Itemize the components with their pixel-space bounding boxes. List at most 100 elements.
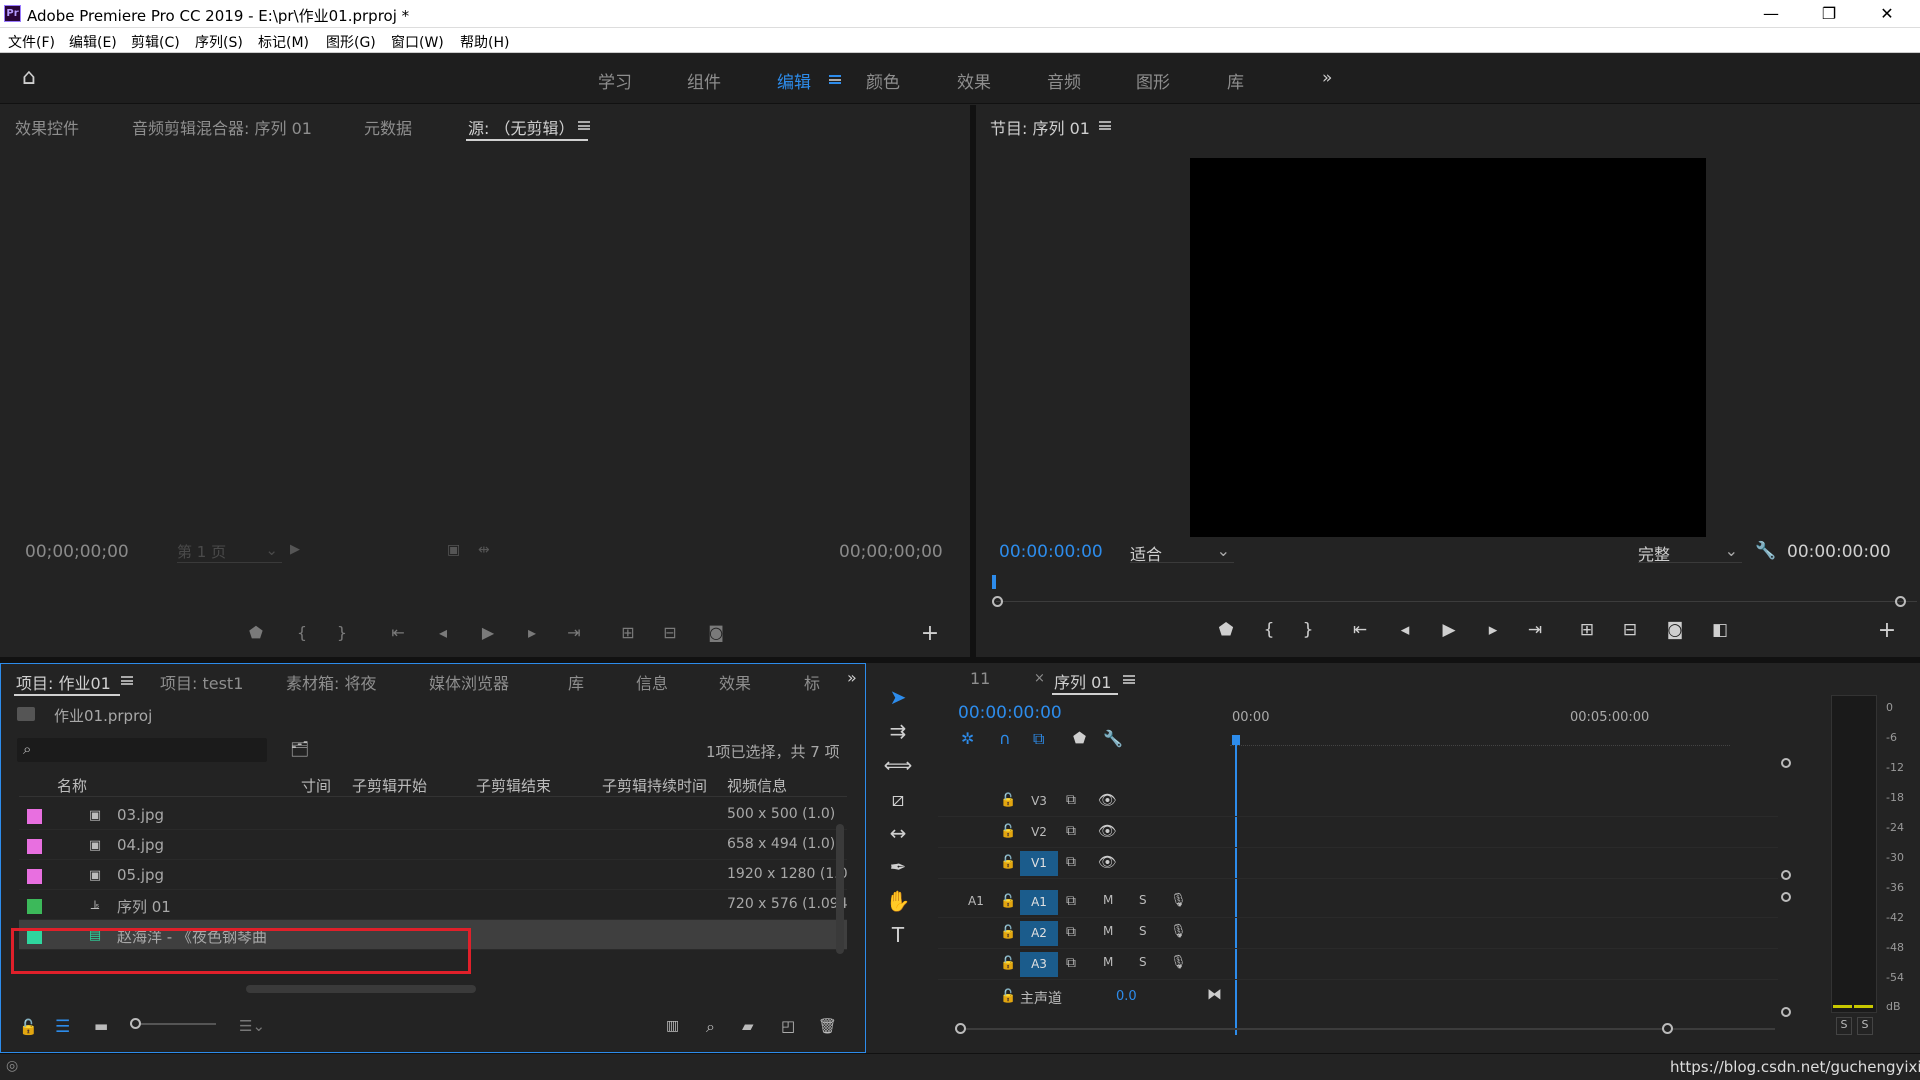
column-video-info[interactable]: 视频信息 bbox=[727, 775, 787, 796]
mark-in-icon[interactable]: { bbox=[290, 623, 314, 642]
timeline-timecode[interactable]: 00:00:00:00 bbox=[958, 703, 1062, 723]
add-marker-icon[interactable]: ⬟ bbox=[1073, 729, 1086, 747]
label-color-swatch[interactable] bbox=[27, 869, 42, 884]
timeline-zoom-handle-right[interactable] bbox=[1662, 1023, 1673, 1034]
go-to-end-icon[interactable]: ⧓ bbox=[1207, 985, 1222, 1003]
solo-button[interactable]: S bbox=[1139, 955, 1147, 969]
vscroll-handle-audio[interactable] bbox=[1781, 892, 1791, 902]
find-folder-icon[interactable]: 🗂 bbox=[290, 740, 309, 758]
time-ruler[interactable] bbox=[1230, 745, 1730, 746]
tab-sequence-11[interactable]: 11 bbox=[970, 669, 990, 688]
menu-window[interactable]: 窗口(W) bbox=[391, 32, 444, 52]
ripple-edit-tool-icon[interactable]: ⟺ bbox=[882, 751, 914, 779]
wrench-icon[interactable]: 🔧 bbox=[1103, 729, 1123, 748]
horizontal-scrollbar[interactable] bbox=[246, 985, 476, 993]
slip-tool-icon[interactable]: ↔ bbox=[882, 819, 914, 847]
workspace-menu-icon[interactable] bbox=[829, 75, 841, 84]
comparison-view-icon[interactable]: ◧ bbox=[1707, 620, 1733, 640]
minimize-button[interactable]: — bbox=[1742, 0, 1800, 28]
zoom-handle-right[interactable] bbox=[1895, 596, 1906, 607]
razor-tool-icon[interactable]: ⧄ bbox=[882, 785, 914, 813]
menu-sequence[interactable]: 序列(S) bbox=[195, 32, 243, 52]
panel-menu-icon[interactable] bbox=[1099, 121, 1111, 130]
mute-button[interactable]: M bbox=[1103, 955, 1113, 969]
fit-icon[interactable]: ⇹ bbox=[478, 542, 490, 558]
close-tab-icon[interactable]: × bbox=[1034, 671, 1045, 686]
tab-project-test1[interactable]: 项目: test1 bbox=[160, 670, 243, 694]
timeline-zoom-handle-left[interactable] bbox=[955, 1023, 966, 1034]
maximize-button[interactable]: ❐ bbox=[1800, 0, 1858, 28]
column-subclip-end[interactable]: 子剪辑结束 bbox=[476, 775, 551, 796]
step-forward-icon[interactable]: ▸ bbox=[1480, 620, 1506, 640]
workspace-editing[interactable]: 编辑 bbox=[777, 68, 811, 93]
extract-icon[interactable]: ⊟ bbox=[1617, 620, 1643, 640]
microphone-icon[interactable]: 🎙 bbox=[1170, 893, 1187, 908]
microphone-icon[interactable]: 🎙 bbox=[1170, 924, 1187, 939]
snap-icon[interactable]: ∩ bbox=[999, 729, 1011, 748]
track-v2[interactable]: 🔓 V2 ⧉ 👁 bbox=[938, 817, 1778, 848]
timeline-zoom-bar[interactable] bbox=[955, 1028, 1775, 1030]
export-frame-icon[interactable]: ◙ bbox=[1662, 620, 1688, 640]
page-select[interactable]: 第 1 页 ⌄ bbox=[177, 541, 282, 563]
sync-lock-icon[interactable]: ⧉ bbox=[1066, 854, 1076, 870]
microphone-icon[interactable]: 🎙 bbox=[1170, 955, 1187, 970]
lift-icon[interactable]: ⊞ bbox=[1574, 620, 1600, 640]
track-label[interactable]: V3 bbox=[1020, 789, 1058, 814]
playhead-marker[interactable] bbox=[992, 575, 996, 589]
tab-project-main[interactable]: 项目: 作业01 bbox=[16, 670, 111, 694]
menu-help[interactable]: 帮助(H) bbox=[460, 32, 509, 52]
zoom-slider[interactable] bbox=[130, 1023, 216, 1025]
drop-frame-icon[interactable]: ▣ bbox=[447, 542, 460, 558]
wrench-icon[interactable]: 🔧 bbox=[1755, 541, 1776, 561]
lock-icon[interactable]: 🔓 bbox=[1000, 793, 1016, 808]
playback-bar[interactable] bbox=[996, 601, 1917, 602]
lock-icon[interactable]: 🔓 bbox=[19, 1018, 38, 1036]
vertical-scrollbar[interactable] bbox=[836, 824, 844, 954]
mute-button[interactable]: M bbox=[1103, 924, 1113, 938]
menu-clip[interactable]: 剪辑(C) bbox=[131, 32, 180, 52]
insert-icon[interactable]: ⊞ bbox=[616, 623, 640, 642]
add-button-icon[interactable]: + bbox=[1874, 618, 1900, 643]
lock-icon[interactable]: 🔓 bbox=[1000, 956, 1016, 971]
add-marker-icon[interactable]: ⬟ bbox=[244, 623, 268, 642]
panel-menu-icon[interactable] bbox=[121, 676, 133, 685]
sync-lock-icon[interactable]: ⧉ bbox=[1066, 792, 1076, 808]
vscroll-handle-bottom[interactable] bbox=[1781, 1007, 1791, 1017]
go-to-in-icon[interactable]: ⇤ bbox=[1347, 620, 1373, 640]
tab-effect-controls[interactable]: 效果控件 bbox=[15, 115, 79, 139]
more-tabs-icon[interactable]: » bbox=[847, 668, 857, 687]
sort-icon[interactable]: ☰⌄ bbox=[239, 1017, 265, 1035]
new-item-icon[interactable]: ◰ bbox=[781, 1017, 795, 1035]
solo-button[interactable]: S bbox=[1139, 893, 1147, 907]
panel-menu-icon[interactable] bbox=[1123, 675, 1135, 684]
search-input[interactable] bbox=[43, 740, 259, 760]
workspace-libraries[interactable]: 库 bbox=[1227, 68, 1244, 93]
eye-icon[interactable]: 👁 bbox=[1098, 853, 1117, 871]
step-back-icon[interactable]: ◂ bbox=[431, 623, 455, 642]
label-color-swatch[interactable] bbox=[27, 899, 42, 914]
tab-sequence-01[interactable]: 序列 01 bbox=[1054, 669, 1111, 693]
eye-icon[interactable]: 👁 bbox=[1098, 822, 1117, 840]
lock-icon[interactable]: 🔓 bbox=[1000, 925, 1016, 940]
track-master[interactable]: 🔓 主声道 0.0 ⧓ bbox=[938, 982, 1778, 1013]
add-marker-icon[interactable]: ⬟ bbox=[1213, 620, 1239, 640]
zoom-slider-handle[interactable] bbox=[130, 1018, 141, 1029]
column-name[interactable]: 名称 bbox=[57, 775, 87, 796]
mute-button[interactable]: M bbox=[1103, 893, 1113, 907]
mark-in-icon[interactable]: { bbox=[1256, 620, 1282, 640]
add-button-icon[interactable]: + bbox=[918, 621, 942, 646]
search-field[interactable]: ⌕ bbox=[17, 738, 267, 762]
solo-right-button[interactable]: S bbox=[1857, 1017, 1873, 1035]
table-row[interactable]: ▣ 05.jpg 1920 x 1280 (1.0 bbox=[19, 860, 848, 890]
playhead-head[interactable] bbox=[1232, 735, 1240, 745]
source-timecode-in[interactable]: 00;00;00;00 bbox=[25, 542, 129, 562]
track-label[interactable]: V2 bbox=[1020, 820, 1058, 845]
track-v3[interactable]: 🔓 V3 ⧉ 👁 bbox=[938, 786, 1778, 817]
sync-lock-icon[interactable]: ⧉ bbox=[1066, 955, 1076, 971]
play-icon[interactable]: ▶ bbox=[476, 623, 500, 642]
track-a2[interactable]: 🔓 A2 ⧉ M S 🎙 bbox=[938, 918, 1778, 949]
step-forward-icon[interactable]: ▸ bbox=[520, 623, 544, 642]
mark-out-icon[interactable]: } bbox=[330, 623, 354, 642]
tab-bin[interactable]: 素材箱: 将夜 bbox=[286, 670, 376, 694]
quality-select[interactable]: 完整 ⌄ bbox=[1638, 541, 1742, 564]
